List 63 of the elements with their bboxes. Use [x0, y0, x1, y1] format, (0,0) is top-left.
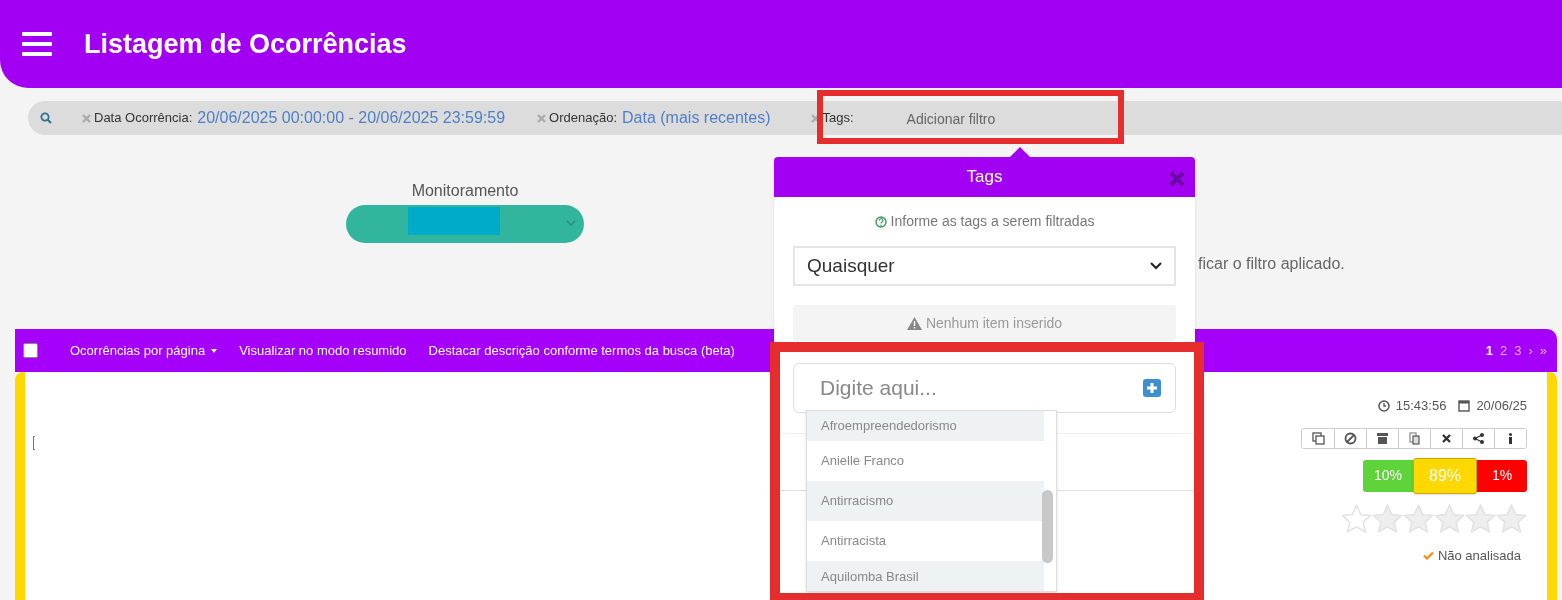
rating-stars[interactable]: [1341, 503, 1527, 534]
match-select[interactable]: Quaisquer: [793, 246, 1176, 286]
occurrence-time: 15:43:56: [1395, 397, 1447, 415]
star-icon[interactable]: [1341, 503, 1372, 534]
page-link[interactable]: 1: [1485, 340, 1493, 361]
page-link[interactable]: »: [1539, 340, 1547, 361]
remove-icon[interactable]: [810, 113, 820, 123]
suggestion-item[interactable]: Afroempreendedorismo: [807, 411, 1044, 441]
select-all-checkbox[interactable]: [23, 343, 38, 358]
check-icon: [1422, 550, 1434, 560]
page-link[interactable]: ›: [1528, 340, 1533, 361]
monitoring-label: Monitoramento: [411, 181, 519, 201]
add-icon[interactable]: [1143, 379, 1161, 397]
popup-title: Tags: [966, 166, 1003, 189]
documents-icon: [1408, 431, 1421, 445]
star-icon[interactable]: [1465, 503, 1496, 534]
add-filter-field[interactable]: Adicionar filtro: [906, 109, 1057, 130]
star-icon[interactable]: [1434, 503, 1465, 534]
toolbar-link[interactable]: Destacar descrição conforme termos da busca (beta): [428, 340, 735, 361]
action-button[interactable]: [1494, 428, 1526, 448]
star-icon[interactable]: [1496, 503, 1527, 534]
filter-label: Tags:: [822, 109, 854, 128]
caret-icon: [211, 348, 218, 353]
sentiment-segment: 1%: [1477, 459, 1527, 492]
close-icon: [1440, 431, 1453, 445]
popup-hint: Informe as tags a serem filtradas: [890, 212, 1095, 231]
search-icon[interactable]: [40, 112, 52, 124]
star-icon[interactable]: [1372, 503, 1403, 534]
page-title: Listagem de Ocorrências: [84, 27, 407, 61]
toolbar-link[interactable]: Visualizar no modo resumido: [239, 340, 407, 361]
star-icon[interactable]: [1403, 503, 1434, 534]
share-icon: [1472, 431, 1485, 445]
filter-value[interactable]: Data (mais recentes): [622, 106, 771, 130]
page-link[interactable]: 2: [1499, 340, 1508, 361]
text-cursor: [33, 436, 35, 450]
filter-label: Ordenação:: [549, 109, 618, 128]
scrollbar-thumb[interactable]: [1042, 490, 1053, 563]
info-text: ficar o filtro aplicado.: [1198, 254, 1345, 274]
clock-icon: [1377, 399, 1390, 412]
occurrence-date: 20/06/25: [1476, 397, 1527, 415]
menu-icon[interactable]: [22, 31, 52, 57]
warning-icon: [906, 316, 922, 330]
filter-label: Data Ocorrência:: [94, 109, 193, 128]
sentiment-segment: 89%: [1413, 457, 1477, 494]
help-icon: [874, 215, 887, 228]
empty-notice: Nenhum item inserido: [793, 305, 1176, 341]
monitoring-select[interactable]: [346, 205, 584, 243]
block-icon: [1344, 431, 1357, 445]
close-icon[interactable]: [1169, 171, 1185, 187]
chevron-down-icon: [566, 220, 576, 227]
page-link[interactable]: 3: [1514, 340, 1522, 361]
toolbar-link[interactable]: Ocorrências por página: [70, 340, 218, 361]
archive-icon: [1376, 431, 1389, 445]
remove-icon[interactable]: [537, 113, 547, 123]
suggestion-item[interactable]: Aquilomba Brasil: [807, 561, 1044, 591]
remove-icon[interactable]: [82, 113, 91, 123]
suggestion-item[interactable]: Antirracismo: [807, 481, 1044, 521]
filter-value[interactable]: 20/06/2025 00:00:00 - 20/06/2025 23:59:59: [197, 106, 506, 130]
copy-icon: [1311, 431, 1325, 445]
calendar-icon: [1458, 399, 1471, 413]
chevron-down-icon: [1150, 262, 1162, 270]
sentiment-segment: 10%: [1363, 459, 1413, 492]
analysis-status: Não analisada: [1437, 546, 1521, 565]
